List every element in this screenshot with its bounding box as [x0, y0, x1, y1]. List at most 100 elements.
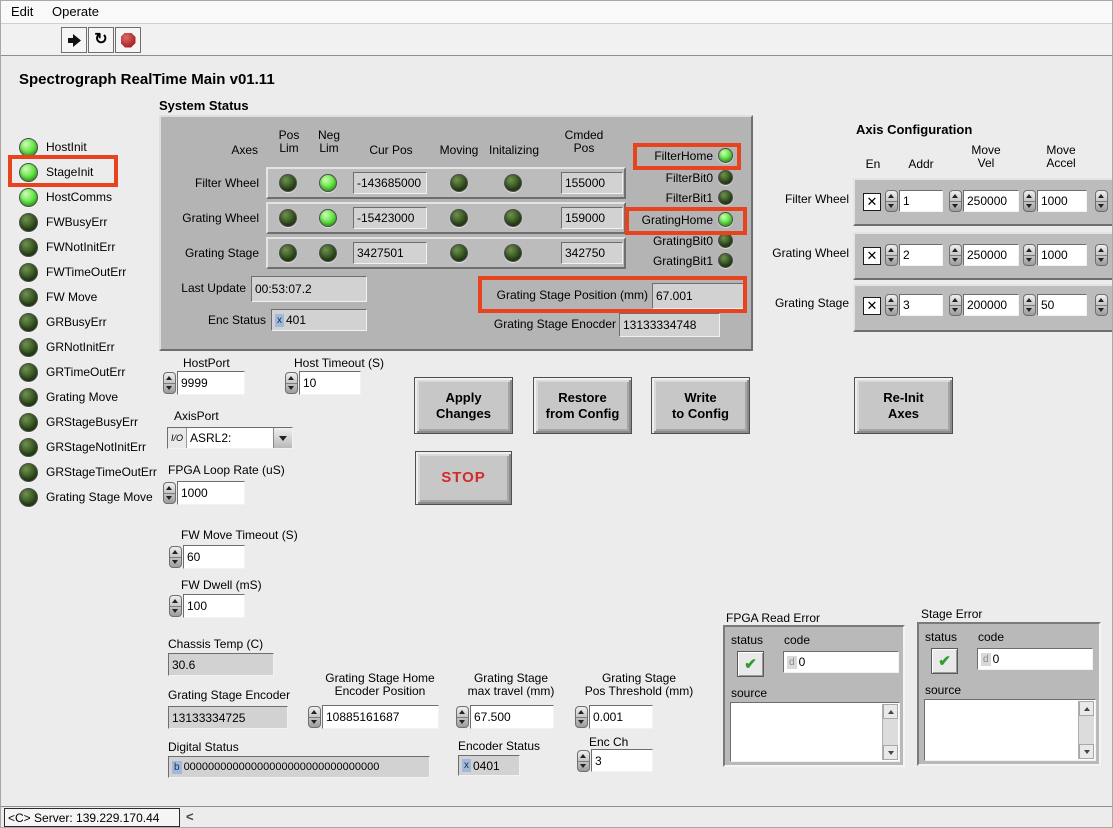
- abort-button[interactable]: [115, 27, 141, 53]
- stop-button[interactable]: STOP: [415, 451, 512, 505]
- move-accel-input[interactable]: 1000: [1037, 244, 1087, 266]
- stage-status-indicator: ✔: [931, 648, 958, 674]
- bit-label-gratinghome: GratingHome: [613, 214, 713, 227]
- scroll-up-icon[interactable]: [1079, 701, 1094, 716]
- hostport-spinner[interactable]: [163, 372, 176, 394]
- led-gratinghome: [718, 212, 733, 227]
- en-checkbox-grating-wheel[interactable]: [863, 247, 881, 265]
- led-stageinit: [19, 163, 38, 182]
- write-to-config-button[interactable]: Write to Config: [651, 377, 750, 434]
- scrollbar[interactable]: [1078, 701, 1094, 759]
- led-fwtimeouterr: [19, 263, 38, 282]
- addr-spinner[interactable]: [885, 190, 898, 212]
- led-fwnotiniterr: [19, 238, 38, 257]
- axisport-value: ASRL2:: [187, 431, 273, 445]
- addr-spinner[interactable]: [885, 244, 898, 266]
- checkmark-icon: ✔: [744, 655, 757, 673]
- axisport-label: AxisPort: [174, 410, 219, 423]
- hostport-label: HostPort: [183, 357, 230, 370]
- fw-dwell-spinner[interactable]: [169, 595, 182, 617]
- addr-input[interactable]: 3: [899, 294, 943, 316]
- en-checkbox-filter-wheel[interactable]: [863, 193, 881, 211]
- move-accel-input[interactable]: 1000: [1037, 190, 1087, 212]
- addr-input[interactable]: 2: [899, 244, 943, 266]
- enc-ch-input[interactable]: 3: [591, 749, 653, 772]
- encoder-status-indicator: x0401: [458, 755, 520, 776]
- move-vel-input[interactable]: 250000: [963, 244, 1019, 266]
- digital-status-label: Digital Status: [168, 741, 239, 754]
- led-gs-initalizing: [504, 244, 522, 262]
- led-grtimeouterr: [19, 363, 38, 382]
- move-vel-spinner[interactable]: [949, 190, 962, 212]
- host-timeout-spinner[interactable]: [285, 372, 298, 394]
- extra-spinner[interactable]: [1095, 190, 1108, 212]
- last-update-indicator: 00:53:07.2: [251, 276, 367, 302]
- axisport-combo[interactable]: I/O ASRL2:: [167, 427, 293, 449]
- scroll-left-icon[interactable]: <: [186, 809, 194, 824]
- move-accel-spinner[interactable]: [1023, 190, 1036, 212]
- gs-home-encoder-spinner[interactable]: [308, 706, 321, 728]
- move-vel-spinner[interactable]: [949, 294, 962, 316]
- fpga-source-indicator[interactable]: [730, 702, 900, 762]
- fw-move-timeout-spinner[interactable]: [169, 546, 182, 568]
- fpga-loop-rate-spinner[interactable]: [163, 482, 176, 504]
- apply-changes-button[interactable]: Apply Changes: [414, 377, 513, 434]
- scrollbar[interactable]: [882, 704, 898, 760]
- addr-spinner[interactable]: [885, 294, 898, 316]
- system-status-title: System Status: [159, 99, 249, 112]
- enc-ch-spinner[interactable]: [577, 750, 590, 772]
- hostport-input[interactable]: 9999: [177, 371, 245, 395]
- col-header-axes: Axes: [201, 144, 258, 157]
- grating-stage-position-label: Grating Stage Position (mm): [458, 289, 648, 302]
- stage-source-indicator[interactable]: [924, 699, 1096, 761]
- en-checkbox-grating-stage[interactable]: [863, 297, 881, 315]
- axis-configuration-title: Axis Configuration: [856, 123, 972, 136]
- fw-move-timeout-input[interactable]: 60: [183, 545, 245, 569]
- gs-pos-threshold-spinner[interactable]: [575, 706, 588, 728]
- led-gs-pos-lim: [279, 244, 297, 262]
- enc-status-label: Enc Status: [196, 314, 266, 327]
- fw-dwell-input[interactable]: 100: [183, 594, 245, 618]
- toolbar: ↻: [1, 24, 1113, 56]
- restore-from-config-button[interactable]: Restore from Config: [533, 377, 632, 434]
- move-vel-input[interactable]: 250000: [963, 190, 1019, 212]
- addr-input[interactable]: 1: [899, 190, 943, 212]
- extra-spinner[interactable]: [1095, 244, 1108, 266]
- move-accel-spinner[interactable]: [1023, 244, 1036, 266]
- fpga-code-label: code: [784, 634, 810, 647]
- reinit-axes-button[interactable]: Re-Init Axes: [854, 377, 953, 434]
- led-filterhome: [718, 148, 733, 163]
- radix-binary: b: [172, 761, 182, 774]
- run-continuous-button[interactable]: ↻: [88, 27, 114, 53]
- move-accel-spinner[interactable]: [1023, 294, 1036, 316]
- gs-max-travel-input[interactable]: 67.500: [470, 705, 554, 729]
- extra-spinner[interactable]: [1095, 294, 1108, 316]
- gs-home-encoder-input[interactable]: 10885161687: [322, 705, 439, 729]
- menu-operate[interactable]: Operate: [52, 4, 99, 19]
- gs-pos-threshold-input[interactable]: 0.001: [589, 705, 653, 729]
- move-vel-spinner[interactable]: [949, 244, 962, 266]
- move-accel-input[interactable]: 50: [1037, 294, 1087, 316]
- scroll-down-icon[interactable]: [883, 745, 898, 760]
- chevron-down-icon[interactable]: [273, 428, 292, 448]
- grating-stage-position-indicator: 67.001: [652, 283, 744, 309]
- led-hostinit: [19, 138, 38, 157]
- led-label: GRStageTimeOutErr: [46, 466, 157, 479]
- fpga-loop-rate-label: FPGA Loop Rate (uS): [168, 464, 285, 477]
- checkmark-icon: ✔: [938, 652, 951, 670]
- scroll-up-icon[interactable]: [883, 704, 898, 719]
- menu-edit[interactable]: Edit: [11, 4, 33, 19]
- gs-max-travel-spinner[interactable]: [456, 706, 469, 728]
- fpga-loop-rate-input[interactable]: 1000: [177, 481, 245, 505]
- stage-status-label: status: [925, 631, 957, 644]
- labview-front-panel: Edit Operate ↻ Spectrograph RealTime Mai…: [0, 0, 1113, 828]
- led-fw-neg-lim: [319, 174, 337, 192]
- led-gw-moving: [450, 209, 468, 227]
- led-filterbit1: [718, 190, 733, 205]
- move-vel-input[interactable]: 200000: [963, 294, 1019, 316]
- run-button[interactable]: [61, 27, 87, 53]
- led-grbusyerr: [19, 313, 38, 332]
- led-fwbusyerr: [19, 213, 38, 232]
- scroll-down-icon[interactable]: [1079, 744, 1094, 759]
- host-timeout-input[interactable]: 10: [299, 371, 361, 395]
